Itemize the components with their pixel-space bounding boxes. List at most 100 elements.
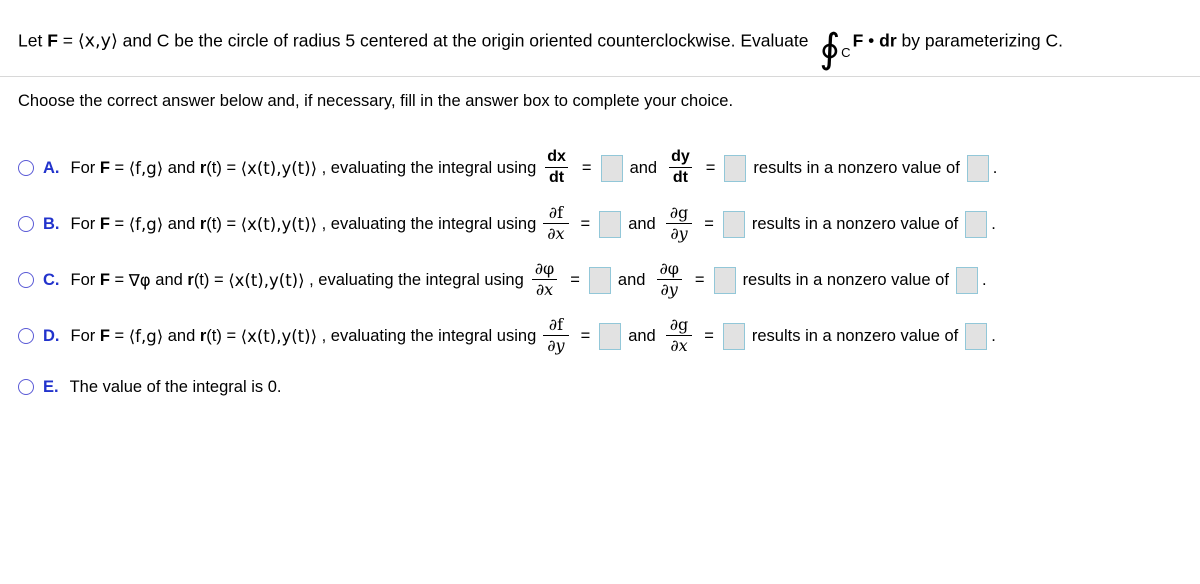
choice-a-lead: For	[70, 158, 100, 177]
answer-box-c-1[interactable]	[588, 266, 611, 294]
choice-b-field: ⟨f,g⟩	[128, 214, 164, 234]
problem-statement: Let F = ⟨x,y⟩ and C be the circle of rad…	[18, 26, 1180, 69]
choice-d-frac1-numerator: ∂f	[548, 315, 563, 335]
choice-d-equals-1: =	[580, 326, 591, 345]
choice-d-tail: , evaluating the integral using	[317, 326, 537, 345]
choice-option-a[interactable]: A. For F = ⟨f,g⟩ and r (t) = ⟨x(t),y(t)⟩ …	[0, 140, 1200, 196]
choice-c-frac1-numerator: ∂φ	[534, 259, 555, 279]
choice-a-fraction-2: dy dt	[667, 148, 694, 186]
choice-b-lead: For	[70, 214, 100, 233]
stem-equals-1: =	[57, 30, 78, 51]
answer-box-a-1[interactable]	[600, 154, 623, 182]
choice-option-b[interactable]: B. For F = ⟨f,g⟩ and r (t) = ⟨x(t),y(t)⟩ …	[0, 196, 1200, 252]
choice-a-field: ⟨f,g⟩	[128, 158, 164, 178]
choice-body-a: For F = ⟨f,g⟩ and r (t) = ⟨x(t),y(t)⟩ , e…	[70, 148, 998, 187]
answer-box-d-2[interactable]	[722, 322, 745, 350]
choice-d-fraction-1: ∂f ∂y	[543, 315, 569, 354]
choice-a-eq1: =	[109, 158, 129, 177]
choice-b-mid: and	[163, 214, 200, 233]
choice-c-period: .	[981, 270, 987, 289]
answer-box-d-3[interactable]	[965, 322, 988, 350]
choice-a-frac1-denominator: dt	[545, 166, 569, 186]
choice-a-and: and	[629, 158, 658, 177]
answer-box-c-3[interactable]	[955, 266, 978, 294]
choice-c-mid: and	[150, 270, 188, 289]
answer-box-c-2[interactable]	[713, 266, 736, 294]
choice-e-text: The value of the integral is 0.	[69, 377, 282, 396]
choice-letter-c: C.	[43, 270, 60, 289]
choice-a-frac2-numerator: dy	[671, 148, 690, 166]
choice-c-equals-2: =	[694, 270, 705, 289]
choice-body-b: For F = ⟨f,g⟩ and r (t) = ⟨x(t),y(t)⟩ , e…	[70, 203, 996, 243]
choice-b-rarg: (t) =	[206, 214, 241, 233]
choice-c-rarg: (t) =	[193, 270, 229, 289]
choice-b-period: .	[991, 214, 996, 233]
choice-option-e[interactable]: E. The value of the integral is 0.	[0, 364, 1200, 410]
choice-c-field: ∇φ	[128, 270, 151, 290]
choice-a-rarg: (t) =	[206, 158, 241, 177]
choice-a-frac2-denominator: dt	[668, 166, 692, 186]
choice-d-eq1: =	[109, 326, 129, 345]
stem-text-1: Let	[18, 30, 48, 51]
choice-d-rfield: ⟨x(t),y(t)⟩	[240, 326, 318, 346]
contour-integral: ∮ C	[819, 27, 850, 69]
choice-d-lead: For	[70, 326, 100, 345]
choice-a-equals-2: =	[705, 158, 716, 177]
choice-letter-e: E.	[43, 377, 59, 396]
choice-b-equals-1: =	[580, 214, 591, 233]
radio-button-d[interactable]	[18, 328, 34, 344]
choice-letter-b: B.	[43, 214, 60, 233]
answer-box-b-3[interactable]	[965, 210, 988, 238]
choice-body-d: For F = ⟨f,g⟩ and r (t) = ⟨x(t),y(t)⟩ , e…	[70, 315, 996, 355]
radio-button-b[interactable]	[18, 216, 34, 232]
choice-b-frac2-denominator: ∂y	[666, 222, 692, 242]
choice-d-frac2-numerator: ∂g	[669, 315, 689, 335]
choice-option-c[interactable]: C. For F = ∇φ and r (t) = ⟨x(t),y(t)⟩ , e…	[0, 252, 1200, 308]
choice-b-equals-2: =	[704, 214, 714, 233]
stem-text-3: by parameterizing C.	[896, 30, 1063, 51]
choice-a-frac1-numerator: dx	[547, 148, 566, 166]
choice-d-equals-2: =	[704, 326, 714, 345]
choice-d-mid: and	[163, 326, 200, 345]
choice-b-result-text: results in a nonzero value of	[751, 214, 959, 233]
choice-c-result-text: results in a nonzero value of	[742, 270, 949, 289]
answer-box-b-2[interactable]	[722, 210, 745, 238]
choice-c-frac1-denominator: ∂x	[531, 278, 558, 298]
choice-c-and: and	[617, 270, 646, 289]
choice-d-frac1-denominator: ∂y	[543, 334, 569, 354]
choice-c-fraction-1: ∂φ ∂x	[531, 260, 558, 298]
choice-letter-d: D.	[43, 326, 60, 345]
choice-b-eq1: =	[109, 214, 129, 233]
radio-button-a[interactable]	[18, 160, 34, 176]
choice-b-and: and	[628, 214, 656, 233]
choice-b-tail: , evaluating the integral using	[317, 214, 537, 233]
choice-a-result-text: results in a nonzero value of	[753, 158, 960, 177]
choice-b-rfield: ⟨x(t),y(t)⟩	[240, 214, 318, 234]
choice-a-rfield: ⟨x(t),y(t)⟩	[240, 158, 318, 178]
choice-d-field: ⟨f,g⟩	[128, 326, 164, 346]
choice-d-period: .	[991, 326, 996, 345]
choice-list: A. For F = ⟨f,g⟩ and r (t) = ⟨x(t),y(t)⟩ …	[0, 140, 1200, 410]
choice-b-fraction-1: ∂f ∂x	[543, 204, 569, 242]
choice-c-frac2-numerator: ∂φ	[659, 259, 679, 279]
choice-d-fraction-2: ∂g ∂x	[666, 316, 693, 354]
choice-a-equals-1: =	[581, 158, 592, 177]
answer-box-a-3[interactable]	[966, 154, 989, 182]
contour-integral-icon: ∮	[819, 26, 841, 72]
choice-d-rarg: (t) =	[206, 326, 241, 345]
choice-c-tail: , evaluating the integral using	[304, 270, 524, 289]
choice-c-lead: For	[70, 270, 100, 289]
vector-xy: ⟨x,y⟩	[77, 31, 118, 52]
choice-option-d[interactable]: D. For F = ⟨f,g⟩ and r (t) = ⟨x(t),y(t)⟩ …	[0, 308, 1200, 364]
choice-c-rfield: ⟨x(t),y(t)⟩	[228, 270, 305, 290]
choice-b-frac2-numerator: ∂g	[669, 203, 689, 223]
answer-box-a-2[interactable]	[724, 154, 747, 182]
radio-button-e[interactable]	[18, 379, 34, 395]
choice-a-F: F	[99, 158, 110, 177]
vector-field-symbol-F: F	[47, 30, 58, 51]
choice-c-fraction-2: ∂φ ∂y	[655, 260, 682, 298]
radio-button-c[interactable]	[18, 272, 34, 288]
answer-box-b-1[interactable]	[599, 210, 622, 238]
stem-text-2: and C be the circle of radius 5 centered…	[117, 30, 814, 51]
answer-box-d-1[interactable]	[599, 322, 622, 350]
